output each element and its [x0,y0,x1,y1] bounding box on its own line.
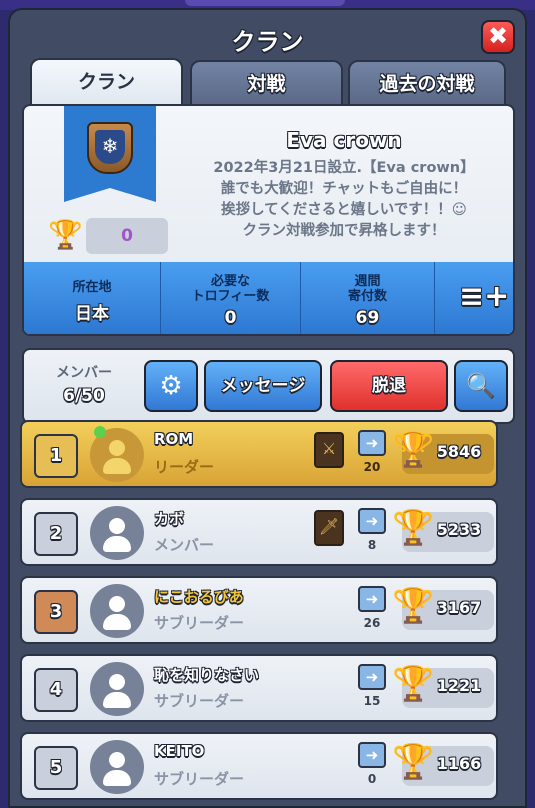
member-actions-bar: メンバー 6/50 ⚙ メッセージ 脱退 🔍 [22,348,515,424]
tab-war[interactable]: 対戦 [190,60,343,106]
member-role: メンバー [154,536,215,554]
donation-count: 8 [367,538,377,552]
trophy-count: 1221 [436,676,482,695]
stat-label: 所在地 [72,280,112,295]
member-row[interactable]: 5 KEITO サブリーダー ➜ 0 🏆 1166 [20,732,498,800]
donation-count: 0 [367,772,377,786]
close-icon: ✖ [487,22,509,50]
donation-icon: ➜ [358,508,386,534]
tab-bar: クラン 対戦 過去の対戦 [30,58,510,106]
close-button[interactable]: ✖ [481,20,515,54]
member-name: ROM [154,430,194,448]
settings-button[interactable]: ⚙ [144,360,198,412]
member-row[interactable]: 3 にこおるびあ サブリーダー ➜ 26 🏆 3167 [20,576,498,644]
gear-icon: ⚙ [159,371,183,401]
member-name: にこおるびあ [154,588,244,606]
member-role: サブリーダー [154,614,245,632]
stat-label: 週間 寄付数 [347,274,387,304]
member-name: カボ [154,510,185,528]
clan-stats-bar: 所在地 日本 必要な トロフィー数 0 週間 寄付数 69 ≡+ [24,262,513,334]
stat-value: 0 [224,308,237,328]
donation-icon: ➜ [358,664,386,690]
stat-value: 69 [355,308,380,328]
trophy-count: 5846 [436,442,482,461]
description-line: クラン対戦参加で昇格します！ [242,223,446,239]
members-count: 6/50 [63,386,105,406]
stat-location: 所在地 日本 [24,262,161,334]
avatar [90,662,144,716]
title-bar: クラン ✖ [10,10,525,62]
league-badge-icon: ⚔ [314,432,344,468]
clan-badge-icon: ❄ [87,122,133,174]
donation-count: 20 [363,460,381,474]
list-add-icon: ≡+ [459,279,510,314]
description-line: 誰でも大歓迎！チャットもご自由に！ [220,181,468,197]
stat-label: 必要な トロフィー数 [191,274,270,304]
clan-info-card: ❄ 🏆 0 Eva crown 2022年3月21日設立.【Eva crown】… [22,104,515,336]
online-indicator [94,426,106,438]
tab-clan[interactable]: クラン [30,58,183,106]
members-label: メンバー [56,365,112,381]
trophy-count: 5233 [436,520,482,539]
avatar [90,740,144,794]
leave-button[interactable]: 脱退 [330,360,448,412]
stat-weekly-donations: 週間 寄付数 69 [301,262,435,334]
search-icon: 🔍 [466,372,496,400]
tab-past-wars[interactable]: 過去の対戦 [348,60,506,106]
member-role: サブリーダー [154,770,245,788]
member-role: リーダー [154,458,215,476]
donation-icon: ➜ [358,742,386,768]
member-row[interactable]: 2 カボ メンバー 🗡 ➜ 8 🏆 5233 [20,498,498,566]
trophy-count: 3167 [436,598,482,617]
rank-badge: 3 [34,590,78,634]
donation-icon: ➜ [358,430,386,456]
rank-badge: 2 [34,512,78,556]
clan-name: Eva crown [286,128,402,152]
page-title: クラン [231,28,304,56]
clan-menu-button[interactable]: ≡+ [459,280,509,316]
description-line: 2022年3月21日設立.【Eva crown】 [213,160,475,176]
trophy-count: 1166 [436,754,482,773]
message-button[interactable]: メッセージ [204,360,322,412]
donation-icon: ➜ [358,586,386,612]
clan-trophy-badge: 0 [86,218,168,254]
member-name: KEITO [154,742,205,760]
trophy-icon: 🏆 [48,218,83,251]
member-row[interactable]: 1 ROM リーダー ⚔ ➜ 20 🏆 5846 [20,420,498,488]
avatar [90,584,144,638]
description-line: 挨拶してくださると嬉しいです！！☺ [221,202,467,218]
snowflake-icon: ❄ [95,130,125,164]
member-row[interactable]: 4 恥を知りなさい サブリーダー ➜ 15 🏆 1221 [20,654,498,722]
donation-count: 26 [363,616,381,630]
member-name: 恥を知りなさい [154,666,260,684]
clan-description: 2022年3月21日設立.【Eva crown】 誰でも大歓迎！チャットもご自由… [174,158,513,242]
stat-value: 日本 [75,304,109,324]
search-button[interactable]: 🔍 [454,360,508,412]
rank-badge: 1 [34,434,78,478]
member-list: 1 ROM リーダー ⚔ ➜ 20 🏆 5846 2 カボ メンバー 🗡 ➜ 8… [20,420,504,800]
rank-badge: 5 [34,746,78,790]
stat-required-trophies: 必要な トロフィー数 0 [161,262,301,334]
top-banner-edge [185,0,345,6]
avatar [90,506,144,560]
league-badge-icon: 🗡 [314,510,344,546]
rank-badge: 4 [34,668,78,712]
donation-count: 15 [363,694,381,708]
member-role: サブリーダー [154,692,245,710]
